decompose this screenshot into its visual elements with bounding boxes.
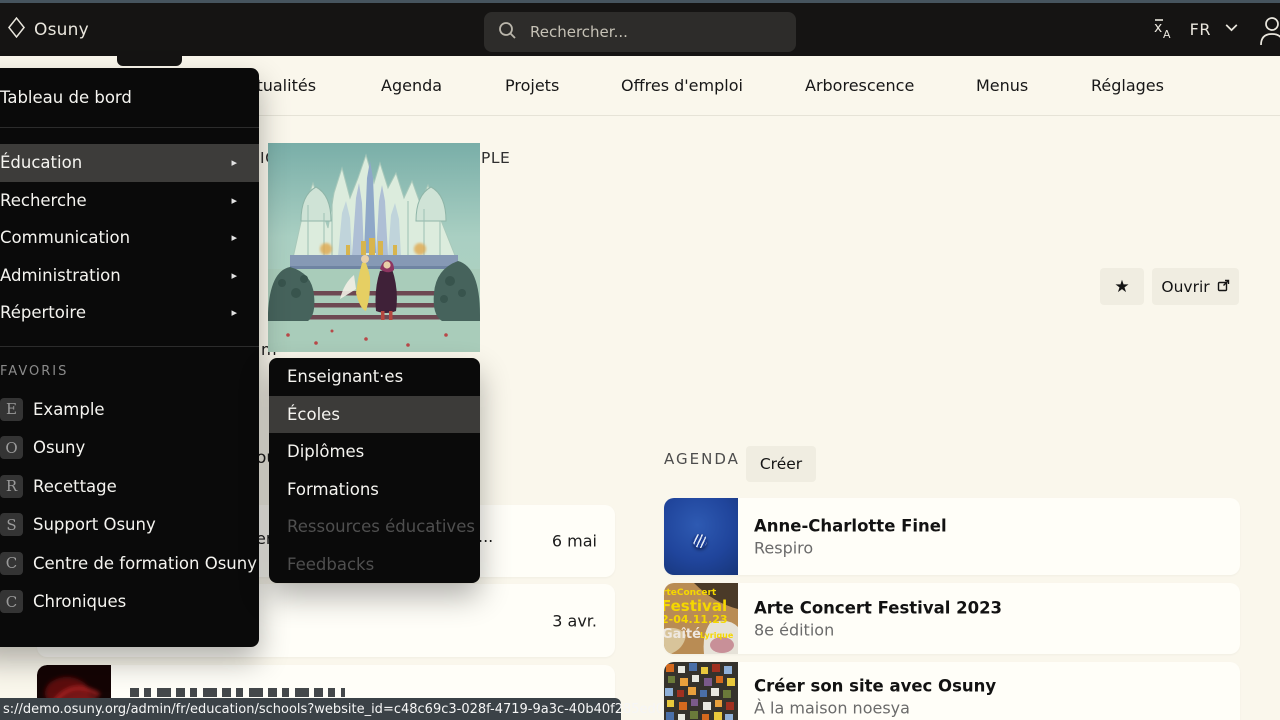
agenda-create-button[interactable]: Créer bbox=[746, 446, 816, 482]
submenu-item-ecoles[interactable]: Écoles bbox=[269, 396, 480, 434]
osuny-admin-window: Osuny x A FR bbox=[0, 0, 1280, 720]
menu-item-education[interactable]: Éducation ▸ bbox=[0, 144, 259, 182]
menu-divider bbox=[0, 346, 259, 347]
education-submenu: Enseignant·es Écoles Diplômes Formations… bbox=[269, 358, 480, 583]
event-thumbnail-blue bbox=[664, 498, 738, 575]
search-input[interactable] bbox=[530, 23, 782, 41]
agenda-event-card[interactable]: rteConcert Festival 2-04.11.23 Gaîté Lyr… bbox=[664, 583, 1240, 654]
site-avatar: C bbox=[0, 590, 23, 613]
link-preview-url: s://demo.osuny.org/admin/fr/education/sc… bbox=[3, 702, 664, 717]
menu-item-repertoire[interactable]: Répertoire ▸ bbox=[0, 294, 259, 332]
site-avatar: E bbox=[0, 398, 23, 421]
top-navbar: Osuny x A FR bbox=[0, 3, 1280, 56]
tab-projets[interactable]: Projets bbox=[505, 76, 559, 95]
event-title: Arte Concert Festival 2023 bbox=[754, 598, 1002, 617]
brand-logo[interactable]: Osuny bbox=[8, 3, 89, 56]
event-thumbnail-collage bbox=[664, 662, 738, 720]
submenu-item-diplomes[interactable]: Diplômes bbox=[269, 433, 480, 471]
event-subtitle: Respiro bbox=[754, 538, 947, 557]
post-title-ellipsis: ... bbox=[478, 527, 493, 546]
favorite-item-example[interactable]: E Example bbox=[0, 390, 259, 429]
submenu-item-feedbacks: Feedbacks bbox=[269, 546, 480, 584]
submenu-item-enseignants[interactable]: Enseignant·es bbox=[269, 358, 480, 396]
agenda-event-card[interactable]: Créer son site avec Osuny À la maison no… bbox=[664, 662, 1240, 720]
event-title: Anne-Charlotte Finel bbox=[754, 516, 947, 535]
event-subtitle: 8e édition bbox=[754, 620, 1002, 639]
open-site-label: Ouvrir bbox=[1161, 278, 1209, 296]
user-account-button[interactable] bbox=[1254, 3, 1280, 56]
person-icon bbox=[1254, 3, 1280, 56]
favorites-heading: FAVORIS bbox=[0, 364, 68, 379]
submenu-arrow-icon: ▸ bbox=[231, 306, 237, 319]
language-code: FR bbox=[1190, 20, 1211, 39]
submenu-arrow-icon: ▸ bbox=[231, 156, 237, 169]
favorite-item-chroniques[interactable]: C Chroniques bbox=[0, 583, 259, 622]
top-accent-line bbox=[0, 0, 1280, 3]
svg-text:2-04.11.23: 2-04.11.23 bbox=[664, 613, 728, 626]
favorite-star-button[interactable]: ★ bbox=[1100, 268, 1144, 305]
search-icon bbox=[498, 21, 517, 44]
tab-offres-emploi[interactable]: Offres d'emploi bbox=[621, 76, 743, 95]
submenu-item-formations[interactable]: Formations bbox=[269, 471, 480, 509]
tab-agenda[interactable]: Agenda bbox=[381, 76, 442, 95]
agenda-event-card[interactable]: Anne-Charlotte Finel Respiro bbox=[664, 498, 1240, 575]
menu-item-recherche[interactable]: Recherche ▸ bbox=[0, 182, 259, 220]
submenu-arrow-icon: ▸ bbox=[231, 194, 237, 207]
chevron-down-icon bbox=[1223, 19, 1240, 40]
svg-text:A: A bbox=[1163, 28, 1171, 41]
event-subtitle: À la maison noesya bbox=[754, 699, 996, 718]
clipped-title-text bbox=[130, 688, 345, 697]
favorite-item-osuny[interactable]: O Osuny bbox=[0, 429, 259, 468]
agenda-heading: AGENDA bbox=[664, 450, 740, 468]
favorite-item-recettage[interactable]: R Recettage bbox=[0, 467, 259, 506]
site-avatar: R bbox=[0, 475, 23, 498]
favorite-item-support-osuny[interactable]: S Support Osuny bbox=[0, 506, 259, 545]
menu-item-communication[interactable]: Communication ▸ bbox=[0, 219, 259, 257]
tab-reglages[interactable]: Réglages bbox=[1091, 76, 1164, 95]
site-avatar: O bbox=[0, 436, 23, 459]
brand-name: Osuny bbox=[34, 20, 89, 40]
event-title: Créer son site avec Osuny bbox=[754, 677, 996, 696]
post-date: 3 avr. bbox=[552, 611, 597, 630]
favorite-item-centre-de-formation[interactable]: C Centre de formation Osuny bbox=[0, 544, 259, 583]
site-preview-image bbox=[268, 143, 480, 352]
translate-icon: x A bbox=[1150, 15, 1176, 45]
event-thumbnail-poster: rteConcert Festival 2-04.11.23 Gaîté Lyr… bbox=[664, 583, 738, 654]
menu-item-tableau-de-bord[interactable]: Tableau de bord bbox=[0, 68, 259, 127]
link-preview-statusbar: s://demo.osuny.org/admin/fr/education/sc… bbox=[0, 698, 621, 720]
external-link-icon bbox=[1217, 278, 1230, 296]
page-title-fragment-right: PLE bbox=[481, 149, 510, 167]
language-switcher[interactable]: FR bbox=[1190, 19, 1240, 40]
svg-text:Gaîté: Gaîté bbox=[664, 627, 701, 642]
tab-menus[interactable]: Menus bbox=[976, 76, 1028, 95]
open-site-button[interactable]: Ouvrir bbox=[1152, 268, 1239, 305]
star-icon: ★ bbox=[1114, 277, 1129, 297]
submenu-item-ressources-educatives: Ressources éducatives bbox=[269, 508, 480, 546]
tab-arborescence[interactable]: Arborescence bbox=[805, 76, 914, 95]
main-dropdown-menu: Tableau de bord Éducation ▸ Recherche ▸ … bbox=[0, 68, 259, 647]
site-avatar: S bbox=[0, 513, 23, 536]
site-avatar: C bbox=[0, 552, 23, 575]
submenu-arrow-icon: ▸ bbox=[231, 269, 237, 282]
menu-divider bbox=[0, 127, 259, 128]
submenu-arrow-icon: ▸ bbox=[231, 231, 237, 244]
post-date: 6 mai bbox=[552, 532, 597, 551]
navbar-right-cluster: x A FR bbox=[1150, 3, 1280, 56]
search-bar[interactable] bbox=[484, 12, 796, 52]
menu-item-administration[interactable]: Administration ▸ bbox=[0, 257, 259, 295]
active-menu-tab-notch bbox=[117, 56, 182, 66]
svg-text:x: x bbox=[1154, 20, 1162, 36]
svg-text:Lyrique: Lyrique bbox=[700, 631, 734, 640]
diamond-logo-icon bbox=[8, 17, 25, 42]
